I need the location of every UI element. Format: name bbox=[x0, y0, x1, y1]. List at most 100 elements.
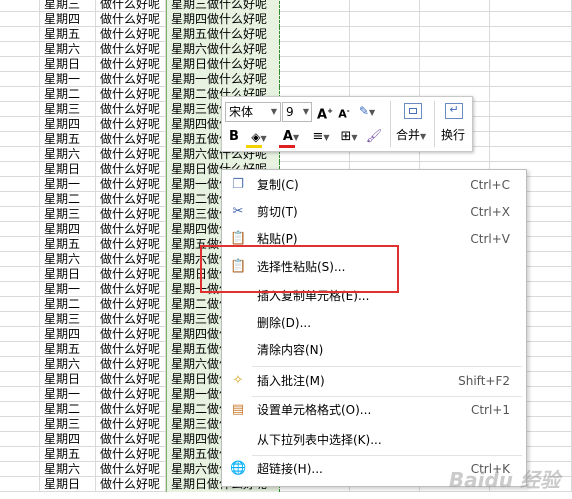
empty-cell[interactable] bbox=[0, 267, 40, 282]
empty-cell[interactable] bbox=[0, 387, 40, 402]
table-cell[interactable]: 做什么好呢 bbox=[96, 192, 166, 207]
decrease-font-button[interactable]: A- bbox=[336, 101, 352, 123]
empty-cell[interactable] bbox=[0, 177, 40, 192]
table-cell[interactable]: 做什么好呢 bbox=[96, 402, 166, 417]
table-cell[interactable]: 星期四 bbox=[40, 327, 96, 342]
empty-cell[interactable] bbox=[280, 57, 350, 72]
table-cell[interactable]: 星期三 bbox=[40, 102, 96, 117]
table-cell[interactable]: 星期三 bbox=[40, 417, 96, 432]
table-cell[interactable]: 做什么好呢 bbox=[96, 0, 166, 12]
merge-button[interactable]: 合并▼ bbox=[394, 100, 432, 150]
style-brush-button[interactable]: ✎▼ bbox=[356, 101, 378, 123]
table-cell[interactable]: 做什么好呢 bbox=[96, 252, 166, 267]
empty-cell[interactable] bbox=[0, 27, 40, 42]
table-cell[interactable]: 做什么好呢 bbox=[96, 357, 166, 372]
menu-item-insert-comment[interactable]: ✧ 插入批注(M) Shift+F2 bbox=[222, 368, 526, 394]
font-color-button[interactable]: A▼ bbox=[277, 127, 305, 149]
increase-font-button[interactable]: A+ bbox=[317, 101, 333, 123]
table-cell[interactable]: 星期六 bbox=[40, 462, 96, 477]
table-cell[interactable]: 做什么好呢 bbox=[96, 102, 166, 117]
table-cell[interactable]: 做什么好呢 bbox=[96, 207, 166, 222]
empty-cell[interactable] bbox=[0, 192, 40, 207]
table-cell[interactable]: 做什么好呢 bbox=[96, 42, 166, 57]
table-cell[interactable]: 做什么好呢 bbox=[96, 462, 166, 477]
borders-button[interactable]: ⊞▼ bbox=[336, 127, 362, 149]
table-cell[interactable]: 星期六做什么好呢 bbox=[166, 42, 280, 57]
empty-cell[interactable] bbox=[280, 12, 350, 27]
empty-cell[interactable] bbox=[420, 72, 490, 87]
table-cell[interactable]: 做什么好呢 bbox=[96, 12, 166, 27]
table-cell[interactable]: 星期六 bbox=[40, 42, 96, 57]
empty-cell[interactable] bbox=[0, 102, 40, 117]
empty-cell[interactable] bbox=[0, 87, 40, 102]
empty-cell[interactable] bbox=[490, 72, 572, 87]
empty-cell[interactable] bbox=[350, 0, 420, 12]
table-cell[interactable]: 星期日 bbox=[40, 477, 96, 492]
table-cell[interactable]: 做什么好呢 bbox=[96, 222, 166, 237]
table-cell[interactable]: 做什么好呢 bbox=[96, 447, 166, 462]
table-cell[interactable]: 做什么好呢 bbox=[96, 417, 166, 432]
table-cell[interactable]: 星期日 bbox=[40, 162, 96, 177]
table-cell[interactable]: 星期四 bbox=[40, 12, 96, 27]
table-cell[interactable]: 做什么好呢 bbox=[96, 282, 166, 297]
table-cell[interactable]: 做什么好呢 bbox=[96, 72, 166, 87]
empty-cell[interactable] bbox=[0, 327, 40, 342]
empty-cell[interactable] bbox=[0, 372, 40, 387]
table-cell[interactable]: 做什么好呢 bbox=[96, 117, 166, 132]
table-cell[interactable]: 星期六 bbox=[40, 357, 96, 372]
empty-cell[interactable] bbox=[0, 447, 40, 462]
table-cell[interactable]: 星期五 bbox=[40, 342, 96, 357]
empty-cell[interactable] bbox=[350, 57, 420, 72]
empty-cell[interactable] bbox=[490, 57, 572, 72]
empty-cell[interactable] bbox=[0, 147, 40, 162]
empty-cell[interactable] bbox=[490, 87, 572, 102]
fill-color-button[interactable]: ◈▼ bbox=[244, 127, 274, 149]
menu-item-clear-contents[interactable]: 清除内容(N) bbox=[222, 337, 526, 363]
wrap-text-button[interactable]: ↵ 换行 bbox=[437, 100, 471, 150]
empty-cell[interactable] bbox=[280, 27, 350, 42]
empty-cell[interactable] bbox=[0, 297, 40, 312]
table-cell[interactable]: 做什么好呢 bbox=[96, 297, 166, 312]
table-cell[interactable]: 星期五 bbox=[40, 132, 96, 147]
empty-cell[interactable] bbox=[420, 12, 490, 27]
table-cell[interactable]: 星期一 bbox=[40, 282, 96, 297]
table-cell[interactable]: 星期一 bbox=[40, 72, 96, 87]
font-size-box[interactable]: 9 ▼ bbox=[282, 102, 312, 122]
empty-cell[interactable] bbox=[280, 42, 350, 57]
table-cell[interactable]: 星期一 bbox=[40, 177, 96, 192]
empty-cell[interactable] bbox=[280, 0, 350, 12]
table-cell[interactable]: 星期五 bbox=[40, 447, 96, 462]
empty-cell[interactable] bbox=[350, 27, 420, 42]
table-cell[interactable]: 星期四 bbox=[40, 117, 96, 132]
table-cell[interactable]: 星期二 bbox=[40, 297, 96, 312]
empty-cell[interactable] bbox=[350, 12, 420, 27]
menu-item-format-cells[interactable]: ▤ 设置单元格格式(O)... Ctrl+1 bbox=[222, 397, 526, 423]
table-cell[interactable]: 做什么好呢 bbox=[96, 267, 166, 282]
empty-cell[interactable] bbox=[0, 72, 40, 87]
empty-cell[interactable] bbox=[0, 402, 40, 417]
font-name-box[interactable]: 宋体 ▼ bbox=[225, 102, 281, 122]
table-cell[interactable]: 做什么好呢 bbox=[96, 387, 166, 402]
empty-cell[interactable] bbox=[0, 162, 40, 177]
empty-cell[interactable] bbox=[490, 0, 572, 12]
table-cell[interactable]: 星期日 bbox=[40, 57, 96, 72]
table-cell[interactable]: 星期三做什么好呢 bbox=[166, 0, 280, 12]
empty-cell[interactable] bbox=[350, 42, 420, 57]
menu-item-pick-from-list[interactable]: 从下拉列表中选择(K)... bbox=[222, 427, 526, 453]
table-cell[interactable]: 做什么好呢 bbox=[96, 177, 166, 192]
table-cell[interactable]: 做什么好呢 bbox=[96, 162, 166, 177]
empty-cell[interactable] bbox=[0, 477, 40, 492]
empty-cell[interactable] bbox=[280, 72, 350, 87]
empty-cell[interactable] bbox=[0, 252, 40, 267]
table-cell[interactable]: 做什么好呢 bbox=[96, 477, 166, 492]
empty-cell[interactable] bbox=[0, 462, 40, 477]
empty-cell[interactable] bbox=[420, 42, 490, 57]
empty-cell[interactable] bbox=[0, 132, 40, 147]
table-cell[interactable]: 星期一 bbox=[40, 387, 96, 402]
table-cell[interactable]: 星期日 bbox=[40, 267, 96, 282]
empty-cell[interactable] bbox=[0, 42, 40, 57]
empty-cell[interactable] bbox=[0, 117, 40, 132]
empty-cell[interactable] bbox=[350, 72, 420, 87]
empty-cell[interactable] bbox=[0, 12, 40, 27]
table-cell[interactable]: 星期日 bbox=[40, 372, 96, 387]
